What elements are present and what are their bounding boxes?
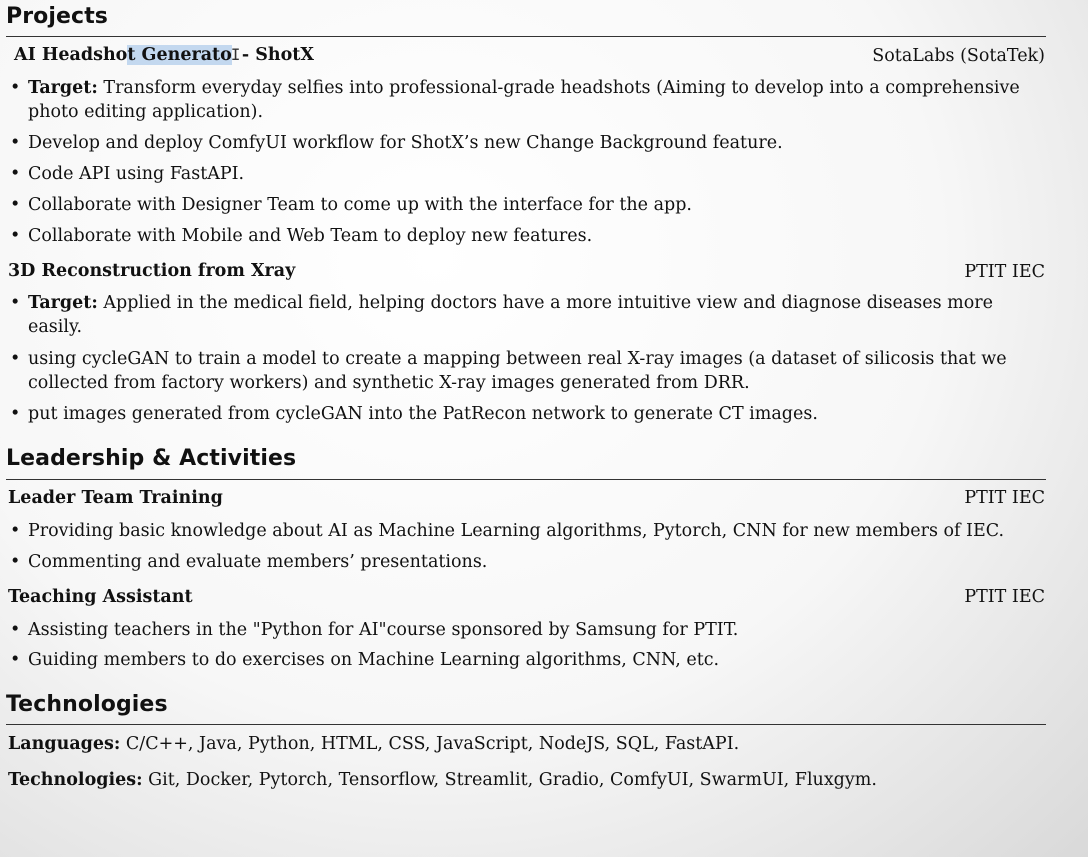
entry-title-3d-reconstruction: 3D Reconstruction from Xray	[8, 261, 296, 281]
bullet-icon: •	[10, 404, 21, 424]
list-item-text: Collaborate with Mobile and Web Team to …	[28, 226, 593, 246]
bullet-icon: •	[10, 552, 21, 572]
section-divider	[6, 479, 1046, 480]
entry-title-leader-team-training: Leader Team Training	[8, 488, 223, 508]
bullet-icon: •	[10, 133, 21, 153]
section-title-projects: Projects	[6, 4, 109, 29]
list-item-text: Collaborate with Designer Team to come u…	[28, 195, 692, 215]
languages-label: Languages:	[8, 734, 121, 754]
entry-org: PTIT IEC	[964, 488, 1045, 508]
list-item-text: Assisting teachers in the "Python for AI…	[28, 620, 739, 640]
bullet-icon: •	[10, 620, 21, 640]
section-title-technologies: Technologies	[6, 692, 168, 717]
languages-value: C/C++, Java, Python, HTML, CSS, JavaScri…	[120, 734, 740, 754]
list-item-text: put images generated from cycleGAN into …	[28, 404, 818, 424]
section-divider	[6, 724, 1046, 725]
selected-text[interactable]: t Generato	[127, 45, 232, 65]
list-item-text: Guiding members to do exercises on Machi…	[28, 650, 720, 670]
entry-title-ai-headshot[interactable]: AI Headshot GeneratoI - ShotX	[14, 45, 314, 65]
list-item-text: Target: Transform everyday selfies into …	[28, 78, 1020, 122]
technologies-label: Technologies:	[8, 770, 143, 790]
resume-page: Projects AI Headshot GeneratoI - ShotX S…	[0, 0, 1088, 857]
bullet-icon: •	[10, 521, 21, 541]
technologies-line: Technologies: Git, Docker, Pytorch, Tens…	[8, 770, 877, 790]
bullet-icon: •	[10, 226, 21, 246]
section-divider	[6, 36, 1046, 37]
entry-title-teaching-assistant: Teaching Assistant	[8, 587, 193, 607]
bullet-icon: •	[10, 293, 21, 313]
bullet-icon: •	[10, 195, 21, 215]
bullet-icon: •	[10, 78, 21, 98]
bullet-icon: •	[10, 650, 21, 670]
bullet-icon: •	[10, 349, 21, 369]
languages-line: Languages: C/C++, Java, Python, HTML, CS…	[8, 734, 739, 754]
list-item-text: Code API using FastAPI.	[28, 164, 245, 184]
entry-org: SotaLabs (SotaTek)	[872, 46, 1045, 66]
entry-org: PTIT IEC	[964, 587, 1045, 607]
section-title-leadership: Leadership & Activities	[6, 446, 297, 471]
entry-title-text: AI Headsho	[14, 45, 128, 65]
list-item-text: Commenting and evaluate members’ present…	[28, 552, 488, 572]
list-item-text: Target: Applied in the medical field, he…	[28, 293, 993, 337]
bullet-icon: •	[10, 164, 21, 184]
entry-org: PTIT IEC	[964, 262, 1045, 282]
technologies-value: Git, Docker, Pytorch, Tensorflow, Stream…	[142, 770, 877, 790]
list-item-text: Providing basic knowledge about AI as Ma…	[28, 521, 1005, 541]
list-item-text: Develop and deploy ComfyUI workflow for …	[28, 133, 783, 153]
entry-title-text: - ShotX	[235, 45, 314, 65]
list-item-text: using cycleGAN to train a model to creat…	[28, 349, 1007, 393]
